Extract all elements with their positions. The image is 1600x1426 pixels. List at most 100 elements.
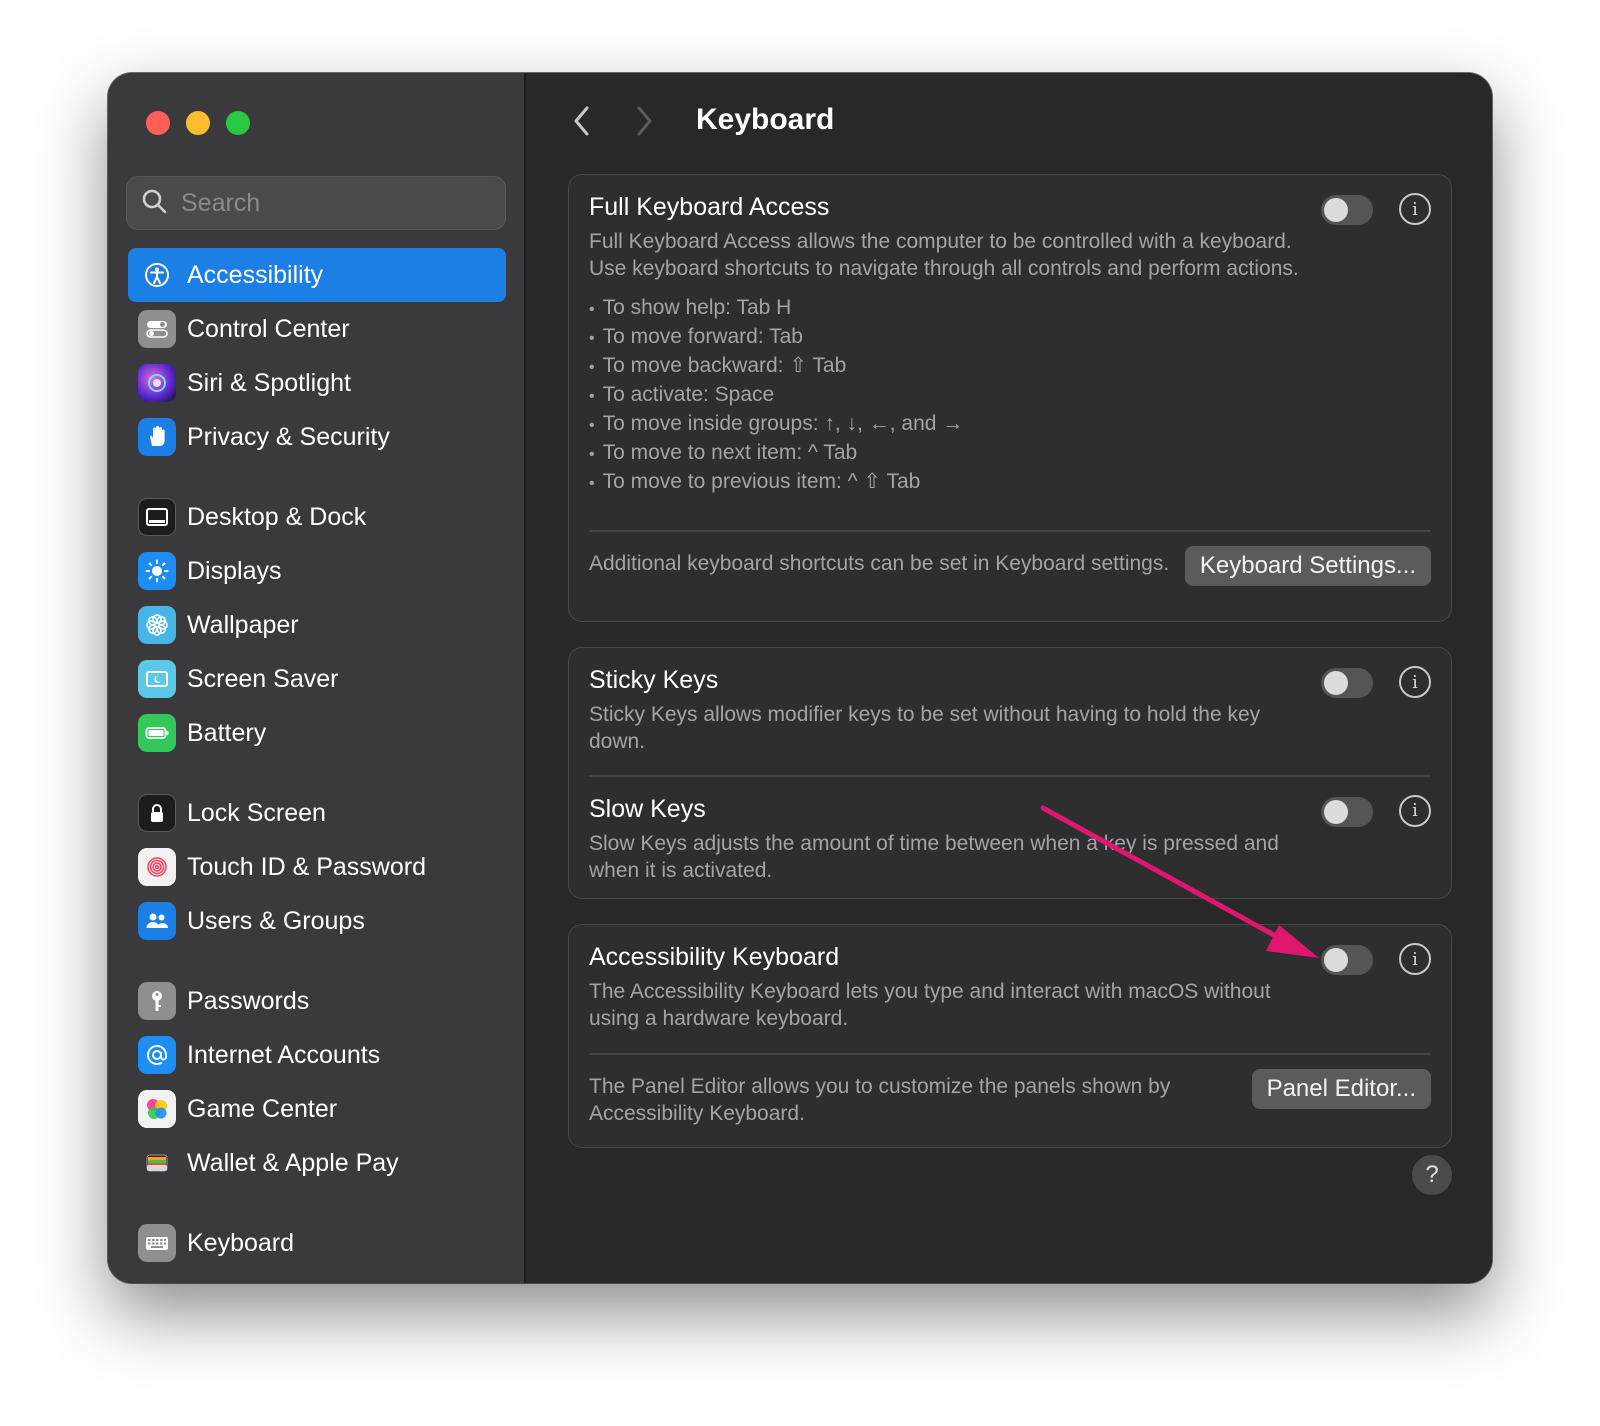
full-keyboard-access-card: Full Keyboard Access Full Keyboard Acces… (568, 174, 1452, 622)
accessibility-keyboard-toggle[interactable] (1321, 945, 1373, 975)
sidebar-item-label: Screen Saver (187, 664, 339, 693)
flower-icon (138, 606, 176, 644)
sidebar-item-privacy-security[interactable]: Privacy & Security (128, 410, 506, 464)
sidebar-item-label: Battery (187, 718, 267, 747)
lock-icon (138, 794, 176, 832)
accessibility-keyboard-description: The Accessibility Keyboard lets you type… (589, 980, 1271, 1030)
shortcut-list: To show help: Tab H To move forward: Tab… (589, 294, 1431, 497)
window-controls (146, 111, 250, 135)
sidebar-item-label: Lock Screen (187, 798, 326, 827)
sidebar-item-label: Passwords (187, 986, 310, 1015)
sidebar-item-internet-accounts[interactable]: Internet Accounts (128, 1028, 506, 1082)
info-icon[interactable]: i (1399, 193, 1431, 225)
info-icon[interactable]: i (1399, 666, 1431, 698)
list-item: To activate: Space (589, 381, 1431, 410)
keyboard-settings-row: Additional keyboard shortcuts can be set… (569, 532, 1451, 604)
full-keyboard-access-title: Full Keyboard Access (589, 193, 830, 221)
sidebar-item-battery[interactable]: Battery (128, 706, 506, 760)
close-button[interactable] (146, 111, 170, 135)
sidebar-item-label: Wallet & Apple Pay (187, 1148, 399, 1177)
accessibility-keyboard-row: Accessibility Keyboard The Accessibility… (569, 925, 1451, 1053)
full-keyboard-access-description: Full Keyboard Access allows the computer… (589, 230, 1299, 280)
sidebar-item-displays[interactable]: Displays (128, 544, 506, 598)
toolbar: Keyboard (528, 73, 1492, 173)
slow-keys-row: Slow Keys Slow Keys adjusts the amount o… (569, 777, 1451, 897)
sidebar-item-keyboard[interactable]: Keyboard (128, 1216, 506, 1270)
accessibility-icon (138, 256, 176, 294)
sidebar-item-accessibility[interactable]: Accessibility (128, 248, 506, 302)
sticky-slow-keys-card: Sticky Keys Sticky Keys allows modifier … (568, 647, 1452, 899)
list-item: To move backward: ⇧ Tab (589, 352, 1431, 381)
sidebar-item-label: Accessibility (187, 260, 324, 289)
back-button[interactable] (562, 103, 602, 143)
sidebar-item-label: Keyboard (187, 1228, 295, 1257)
toggle-knob (1324, 198, 1348, 222)
sticky-keys-toggle[interactable] (1321, 668, 1373, 698)
sidebar-item-desktop-dock[interactable]: Desktop & Dock (128, 490, 506, 544)
sidebar-item-passwords[interactable]: Passwords (128, 974, 506, 1028)
toggle-knob (1324, 948, 1348, 972)
sidebar-item-wallet-apple-pay[interactable]: Wallet & Apple Pay (128, 1136, 506, 1190)
sidebar-item-label: Privacy & Security (187, 422, 390, 451)
full-keyboard-access-toggle[interactable] (1321, 195, 1373, 225)
search-input[interactable] (181, 188, 481, 218)
list-item: To move forward: Tab (589, 323, 1431, 352)
sidebar-item-touch-id-password[interactable]: Touch ID & Password (128, 840, 506, 894)
chevron-left-icon (571, 104, 593, 143)
control-center-icon (138, 310, 176, 348)
sidebar-item-label: Siri & Spotlight (187, 368, 351, 397)
sidebar-item-lock-screen[interactable]: Lock Screen (128, 786, 506, 840)
at-icon (138, 1036, 176, 1074)
search-field[interactable] (126, 176, 506, 230)
zoom-button[interactable] (226, 111, 250, 135)
sidebar-item-label: Desktop & Dock (187, 502, 367, 531)
sticky-keys-row: Sticky Keys Sticky Keys allows modifier … (569, 648, 1451, 775)
sun-icon (138, 552, 176, 590)
sidebar-item-users-groups[interactable]: Users & Groups (128, 894, 506, 948)
keyboard-settings-hint: Additional keyboard shortcuts can be set… (589, 551, 1170, 575)
list-item: To move to previous item: ^ ⇧ Tab (589, 468, 1431, 497)
accessibility-keyboard-card: Accessibility Keyboard The Accessibility… (568, 924, 1452, 1148)
siri-icon (138, 364, 176, 402)
slow-keys-toggle[interactable] (1321, 796, 1373, 827)
full-keyboard-access-row: Full Keyboard Access Full Keyboard Acces… (569, 175, 1451, 530)
sidebar-item-label: Internet Accounts (187, 1040, 381, 1069)
sidebar-item-label: Control Center (187, 314, 350, 343)
search-icon (141, 188, 167, 219)
main-content: Keyboard Full Keyboard Access Full Keybo… (528, 73, 1492, 1283)
toggle-knob (1324, 799, 1348, 824)
help-button[interactable]: ? (1412, 1155, 1452, 1195)
dock-icon (138, 498, 176, 536)
sidebar-item-label: Displays (187, 556, 282, 585)
users-icon (138, 902, 176, 940)
keyboard-settings-button[interactable]: Keyboard Settings... (1184, 545, 1431, 586)
game-center-icon (138, 1090, 176, 1128)
page-title: Keyboard (696, 103, 835, 136)
sidebar-item-wallpaper[interactable]: Wallpaper (128, 598, 506, 652)
sidebar-item-game-center[interactable]: Game Center (128, 1082, 506, 1136)
panel-editor-button[interactable]: Panel Editor... (1251, 1068, 1431, 1109)
fingerprint-icon (138, 848, 176, 886)
sidebar-item-label: Users & Groups (187, 906, 365, 935)
list-item: To move to next item: ^ Tab (589, 439, 1431, 468)
info-icon[interactable]: i (1399, 943, 1431, 975)
settings-window: Accessibility Control Center Siri & Spot… (108, 73, 1492, 1283)
battery-icon (138, 714, 176, 752)
keyboard-icon (138, 1224, 176, 1262)
sidebar-item-label: Wallpaper (187, 610, 299, 639)
sidebar-item-siri-spotlight[interactable]: Siri & Spotlight (128, 356, 506, 410)
sidebar-item-label: Touch ID & Password (187, 852, 426, 881)
info-icon[interactable]: i (1399, 794, 1431, 827)
sidebar-nav: Accessibility Control Center Siri & Spot… (128, 248, 506, 1270)
toggle-knob (1324, 671, 1348, 695)
minimize-button[interactable] (186, 111, 210, 135)
forward-button[interactable] (624, 103, 664, 143)
sidebar-item-control-center[interactable]: Control Center (128, 302, 506, 356)
panel-editor-hint: The Panel Editor allows you to customize… (589, 1074, 1171, 1125)
key-icon (138, 982, 176, 1020)
panel-editor-row: The Panel Editor allows you to customize… (569, 1055, 1451, 1145)
accessibility-keyboard-title: Accessibility Keyboard (589, 943, 840, 971)
wallet-icon (138, 1144, 176, 1182)
sticky-keys-title: Sticky Keys (589, 666, 719, 694)
sidebar-item-screen-saver[interactable]: Screen Saver (128, 652, 506, 706)
